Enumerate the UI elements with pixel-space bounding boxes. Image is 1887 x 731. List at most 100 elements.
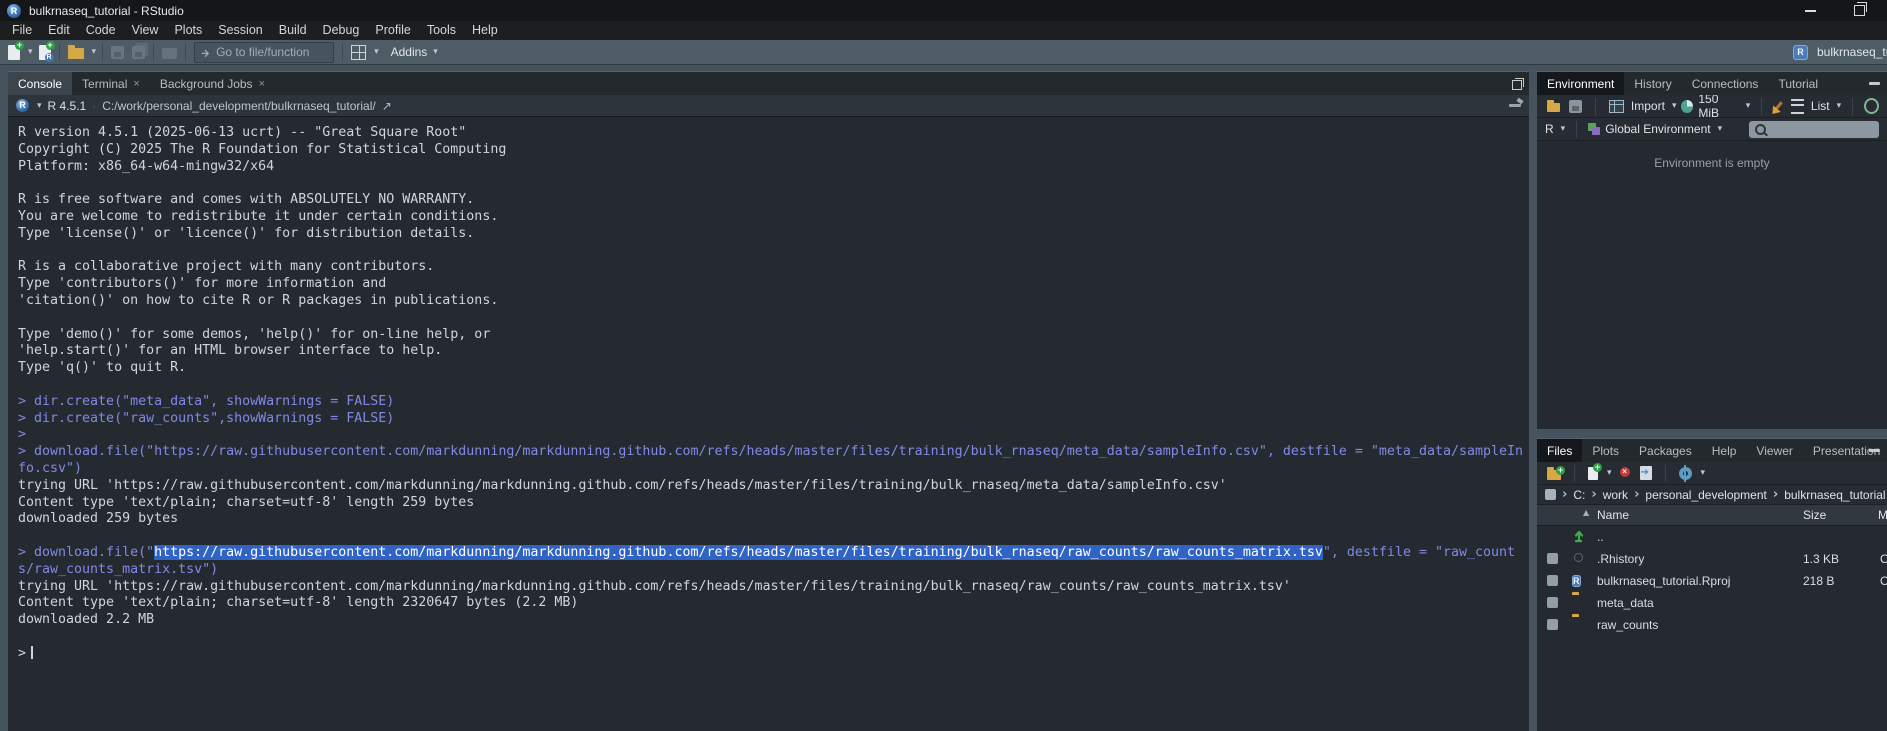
environment-search-input[interactable]: [1749, 121, 1879, 138]
tab-console[interactable]: Console: [8, 72, 72, 95]
file-checkbox[interactable]: [1547, 553, 1558, 564]
breadcrumb-item-personal-development[interactable]: personal_development: [1645, 488, 1766, 502]
tab-tutorial[interactable]: Tutorial: [1768, 72, 1828, 95]
new-file-button[interactable]: +: [6, 43, 22, 62]
rename-file-button[interactable]: ➔: [1638, 464, 1654, 482]
menu-debug[interactable]: Debug: [315, 21, 368, 40]
tab-terminal[interactable]: Terminal×: [72, 72, 150, 95]
new-file-caret-icon[interactable]: ▾: [28, 47, 33, 57]
minimize-button[interactable]: [1793, 0, 1827, 21]
delete-file-button[interactable]: ×: [1617, 464, 1633, 482]
clear-console-icon[interactable]: [1509, 104, 1521, 107]
tab-label: Help: [1712, 444, 1737, 458]
file-row-rhistory[interactable]: .Rhistory1.3 KBO: [1537, 548, 1887, 570]
new-blank-file-button[interactable]: +: [1586, 465, 1600, 482]
tab-environment[interactable]: Environment: [1537, 72, 1624, 95]
breadcrumb-item-c[interactable]: C:: [1573, 488, 1585, 502]
tab-background-jobs[interactable]: Background Jobs×: [150, 72, 275, 95]
menu-profile[interactable]: Profile: [367, 21, 418, 40]
file-row-[interactable]: ..: [1537, 526, 1887, 548]
file-row-meta-data[interactable]: meta_data: [1537, 592, 1887, 614]
goto-directory-icon[interactable]: ↗: [382, 99, 392, 113]
save-button[interactable]: [109, 44, 126, 61]
more-caret-icon[interactable]: ▾: [1701, 468, 1706, 478]
import-dataset-button[interactable]: [1607, 98, 1626, 115]
file-name[interactable]: bulkrnaseq_tutorial.Rproj: [1597, 574, 1730, 588]
column-header-name[interactable]: Name: [1597, 508, 1629, 522]
r-version-icon[interactable]: R: [16, 99, 29, 112]
file-row-raw-counts[interactable]: raw_counts: [1537, 614, 1887, 636]
chevron-right-icon: ›: [1634, 487, 1639, 502]
pane-minimize-icon[interactable]: [1869, 82, 1880, 85]
clear-environment-icon[interactable]: [1774, 101, 1783, 110]
menu-help[interactable]: Help: [464, 21, 506, 40]
new-blank-file-caret-icon[interactable]: ▾: [1607, 468, 1612, 478]
list-view-button[interactable]: [1789, 97, 1806, 116]
menu-edit[interactable]: Edit: [40, 21, 78, 40]
tab-viewer[interactable]: Viewer: [1746, 439, 1802, 462]
open-file-button[interactable]: [66, 43, 86, 61]
refresh-environment-icon[interactable]: [1864, 98, 1879, 114]
file-name[interactable]: .Rhistory: [1597, 552, 1644, 566]
tab-connections[interactable]: Connections: [1682, 72, 1769, 95]
menu-view[interactable]: View: [124, 21, 167, 40]
tab-history[interactable]: History: [1624, 72, 1681, 95]
console-output-line: Platform: x86_64-w64-mingw32/x64: [18, 159, 1529, 176]
file-checkbox[interactable]: [1547, 619, 1558, 630]
close-tab-icon[interactable]: ×: [133, 78, 139, 90]
sort-ascending-icon[interactable]: ▲: [1583, 508, 1589, 517]
print-button[interactable]: [160, 43, 179, 61]
console-output-line: trying URL 'https://raw.githubuserconten…: [18, 579, 1529, 596]
tab-plots[interactable]: Plots: [1582, 439, 1629, 462]
file-name[interactable]: meta_data: [1597, 596, 1654, 610]
goto-file-function-input[interactable]: Go to file/function: [194, 42, 334, 63]
file-checkbox[interactable]: [1547, 575, 1558, 586]
close-tab-icon[interactable]: ×: [259, 78, 265, 90]
addins-button[interactable]: Addins ▾: [387, 45, 438, 59]
column-header-size[interactable]: Size: [1803, 508, 1826, 522]
files-header-row: ▲ Name Size Modified: [1537, 505, 1887, 526]
menu-tools[interactable]: Tools: [419, 21, 464, 40]
tab-files[interactable]: Files: [1537, 439, 1582, 462]
load-workspace-button[interactable]: [1545, 98, 1562, 114]
memory-usage-icon[interactable]: [1681, 100, 1693, 113]
file-size: 218 B: [1803, 574, 1834, 588]
chevron-right-icon: ›: [1562, 487, 1567, 502]
file-name[interactable]: raw_counts: [1597, 618, 1658, 632]
directory-home-icon[interactable]: [1545, 489, 1556, 500]
more-file-commands-button[interactable]: [1677, 465, 1694, 482]
project-selector-button[interactable]: R bulkrnaseq_tutorial: [1793, 40, 1887, 64]
pane-layout-button[interactable]: [349, 43, 368, 62]
file-row-bulkrnaseq-tutorial-rproj[interactable]: Rbulkrnaseq_tutorial.Rproj218 BO: [1537, 570, 1887, 592]
save-workspace-button[interactable]: [1567, 98, 1584, 115]
environment-caret-icon[interactable]: ▾: [1718, 124, 1723, 134]
menu-session[interactable]: Session: [210, 21, 270, 40]
console[interactable]: R version 4.5.1 (2025-06-13 ucrt) -- "Gr…: [8, 117, 1529, 731]
column-header-modified[interactable]: Modified: [1878, 508, 1887, 522]
language-selector[interactable]: R: [1545, 122, 1554, 136]
new-folder-button[interactable]: +: [1545, 465, 1563, 482]
file-checkbox[interactable]: [1547, 597, 1558, 608]
pane-layout-caret-icon[interactable]: ▾: [374, 47, 379, 57]
restore-button[interactable]: [1842, 0, 1876, 21]
tab-packages[interactable]: Packages: [1629, 439, 1702, 462]
save-all-button[interactable]: [130, 44, 147, 61]
language-caret-icon[interactable]: ▾: [1561, 124, 1566, 134]
new-project-button[interactable]: +R: [37, 43, 53, 62]
tab-help[interactable]: Help: [1702, 439, 1747, 462]
menu-file[interactable]: File: [4, 21, 40, 40]
breadcrumb-item-bulkrnaseq-tutorial[interactable]: bulkrnaseq_tutorial: [1784, 488, 1885, 502]
environment-selector[interactable]: Global Environment: [1605, 122, 1710, 136]
file-name[interactable]: ..: [1597, 530, 1604, 544]
pane-minimize-icon[interactable]: [1869, 449, 1880, 452]
pane-maximize-icon[interactable]: [1512, 80, 1522, 90]
open-file-caret-icon[interactable]: ▾: [92, 47, 97, 57]
r-version-caret-icon[interactable]: ▾: [37, 101, 42, 111]
menu-build[interactable]: Build: [271, 21, 315, 40]
breadcrumb-item-work[interactable]: work: [1603, 488, 1628, 502]
console-output-line: Type 'q()' to quit R.: [18, 360, 1529, 377]
menu-code[interactable]: Code: [78, 21, 124, 40]
console-pane: ConsoleTerminal×Background Jobs× R ▾ R 4…: [8, 71, 1529, 731]
chevron-right-icon: ›: [1773, 487, 1778, 502]
menu-plots[interactable]: Plots: [166, 21, 210, 40]
